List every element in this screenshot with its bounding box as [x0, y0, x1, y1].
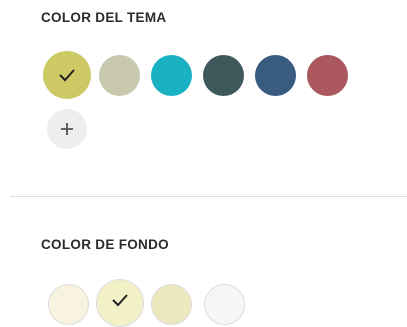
- check-icon: [112, 294, 128, 307]
- theme-swatch-4[interactable]: [203, 55, 244, 96]
- plus-icon: [61, 123, 73, 135]
- background-swatch-3[interactable]: [151, 284, 192, 325]
- theme-swatch-1[interactable]: [43, 51, 91, 99]
- theme-swatch-3[interactable]: [151, 55, 192, 96]
- background-color-title: COLOR DE FONDO: [41, 237, 169, 252]
- add-theme-color-button[interactable]: [47, 109, 87, 149]
- theme-swatch-6[interactable]: [307, 55, 348, 96]
- background-swatch-2[interactable]: [96, 279, 144, 327]
- theme-color-title: COLOR DEL TEMA: [41, 10, 167, 25]
- background-swatch-4[interactable]: [204, 284, 245, 325]
- section-divider: [10, 196, 407, 197]
- check-icon: [59, 69, 75, 82]
- theme-swatch-2[interactable]: [99, 55, 140, 96]
- background-swatch-1[interactable]: [48, 284, 89, 325]
- theme-swatch-5[interactable]: [255, 55, 296, 96]
